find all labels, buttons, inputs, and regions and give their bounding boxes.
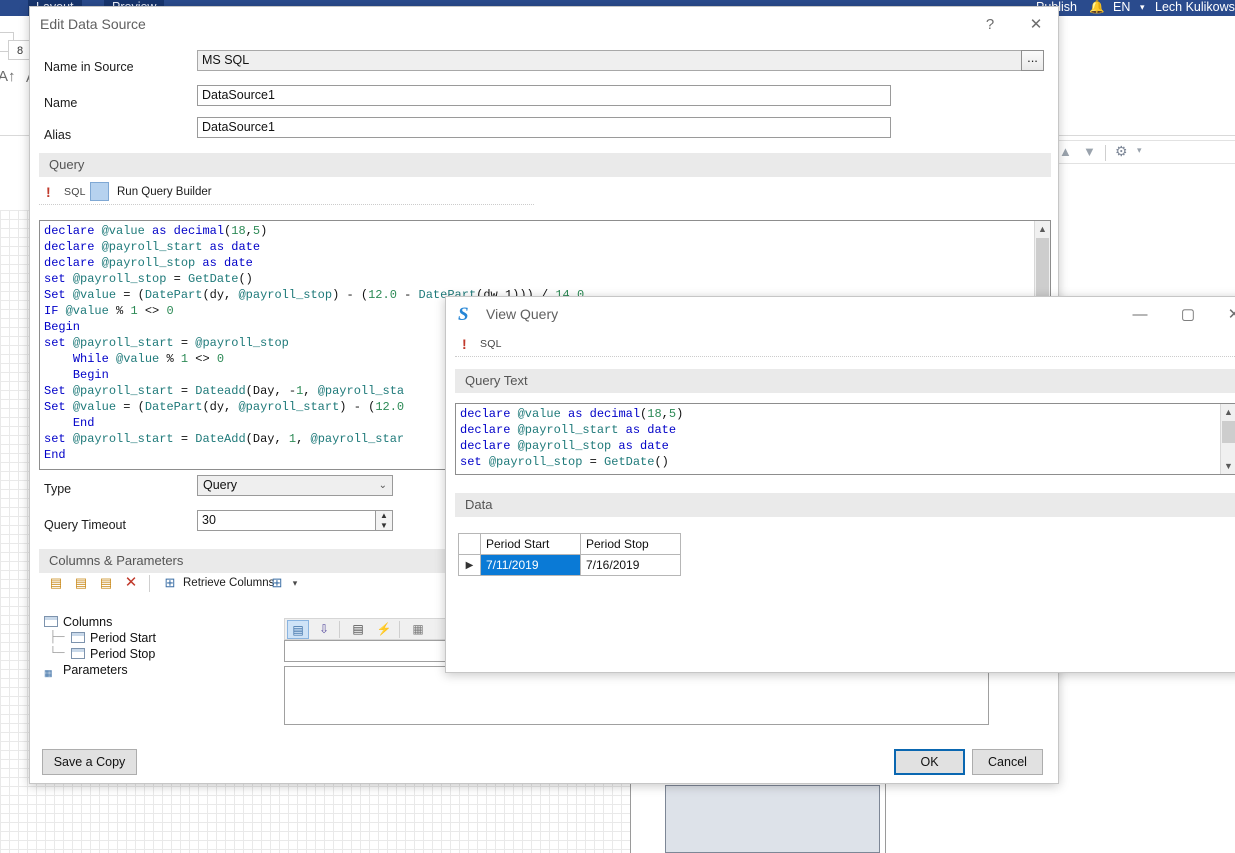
query-timeout-input[interactable]: 30 ▲ ▼ (197, 510, 393, 531)
dialog-title: View Query (486, 306, 559, 322)
column-header-period-start[interactable]: Period Start (480, 533, 581, 555)
cell-period-start[interactable]: 7/11/2019 (480, 554, 581, 576)
chevron-down-icon[interactable]: ▾ (1137, 145, 1142, 156)
columns-parameters-tree[interactable]: Columns ├─ Period Start └─ Period Stop ▦… (44, 615, 284, 705)
properties-right-toolbar: ▲ ▼ ⚙ ▾ (1045, 140, 1235, 164)
columns-icon (44, 616, 58, 627)
query-text-scrollbar[interactable]: ▲ ▼ (1220, 404, 1235, 474)
name-in-source-label: Name in Source (44, 60, 134, 74)
gear-icon[interactable]: ⚙ (1115, 143, 1128, 160)
property-grid-description-field[interactable] (284, 666, 989, 725)
scroll-up-arrow-icon[interactable]: ▲ (1221, 404, 1235, 420)
error-exclamation-icon: ! (462, 336, 467, 352)
view-query-titlebar: S View Query — ▢ ✕ (446, 297, 1235, 333)
arrow-up-icon[interactable]: ▲ (1059, 144, 1072, 159)
type-select[interactable]: Query ⌄ (197, 475, 393, 496)
retrieve-columns-icon[interactable]: ⊞ (160, 573, 180, 593)
query-builder-icon[interactable] (90, 182, 109, 201)
arrow-down-icon[interactable]: ▼ (1083, 144, 1096, 159)
events-icon[interactable]: ⚡ (373, 620, 395, 639)
scroll-up-arrow-icon[interactable]: ▲ (1035, 221, 1050, 237)
cancel-button[interactable]: Cancel (972, 749, 1043, 775)
close-icon[interactable]: ✕ (1216, 301, 1235, 329)
alias-label: Alias (44, 128, 72, 142)
add-dropdown-icon[interactable]: ⊞ (267, 573, 287, 593)
view-query-command-bar: ! SQL (455, 331, 1235, 357)
query-text-header: Query Text (455, 369, 1235, 393)
parameters-icon: ▦ (44, 668, 53, 678)
tree-node-period-stop[interactable]: Period Stop (71, 647, 155, 661)
query-text-viewer[interactable]: declare @value as decimal(18,5) declare @… (455, 403, 1235, 475)
column-icon (71, 648, 85, 659)
add-column-icon[interactable]: ▤ (46, 573, 66, 593)
ok-button[interactable]: OK (894, 749, 965, 775)
name-in-source-browse-button[interactable]: ... (1021, 50, 1044, 71)
font-grow-icon[interactable]: A↑ (0, 68, 16, 85)
tree-node-columns[interactable]: Columns (44, 615, 112, 629)
close-icon[interactable]: ✕ (1018, 11, 1054, 39)
type-select-value: Query (203, 478, 238, 492)
table-row[interactable]: ▶ 7/11/2019 7/16/2019 (458, 554, 681, 576)
chevron-down-icon[interactable]: ▾ (1140, 0, 1145, 16)
stepper-up-icon[interactable]: ▲ (376, 511, 392, 520)
bell-icon[interactable]: 🔔 (1089, 0, 1105, 16)
edit-column-icon[interactable]: ▤ (71, 573, 91, 593)
sql-tag-label: SQL (64, 186, 86, 198)
chevron-down-icon[interactable]: ▾ (285, 573, 305, 593)
error-exclamation-icon: ! (46, 184, 51, 200)
column-header-period-stop[interactable]: Period Stop (580, 533, 681, 555)
language-selector[interactable]: EN (1113, 0, 1130, 16)
alias-input[interactable]: DataSource1 (197, 117, 891, 138)
type-label: Type (44, 482, 72, 496)
stimulsoft-logo-icon: S (458, 304, 469, 325)
run-query-builder-button[interactable]: Run Query Builder (117, 179, 212, 205)
categorized-view-icon[interactable]: ▤ (287, 620, 309, 639)
help-icon[interactable]: ? (972, 11, 1008, 39)
cell-period-stop[interactable]: 7/16/2019 (580, 554, 681, 576)
tree-node-period-start[interactable]: Period Start (71, 631, 156, 645)
scroll-down-arrow-icon[interactable]: ▼ (1221, 458, 1235, 474)
query-text-content: declare @value as decimal(18,5) declare @… (460, 407, 684, 469)
data-section-header: Data (455, 493, 1235, 517)
properties-icon[interactable]: ▤ (347, 620, 369, 639)
column-icon (71, 632, 85, 643)
query-command-bar: ! SQL Run Query Builder (39, 179, 534, 205)
name-label: Name (44, 96, 78, 110)
save-a-copy-button[interactable]: Save a Copy (42, 749, 137, 775)
tree-node-period-stop-label: Period Stop (90, 647, 156, 661)
tree-node-parameters-label: Parameters (63, 663, 128, 677)
maximize-icon[interactable]: ▢ (1170, 301, 1206, 329)
tree-node-period-start-label: Period Start (90, 631, 157, 645)
row-header-corner (458, 533, 481, 555)
query-section-header: Query (39, 153, 1051, 177)
alphabetical-sort-icon[interactable]: ⇩ (313, 620, 335, 639)
row-marker-icon: ▶ (458, 554, 481, 576)
stepper-down-icon[interactable]: ▼ (376, 521, 392, 530)
tree-node-columns-label: Columns (63, 615, 113, 629)
data-result-grid[interactable]: Period Start Period Stop ▶ 7/11/2019 7/1… (458, 533, 681, 576)
query-timeout-value: 30 (202, 513, 216, 527)
table-header-row: Period Start Period Stop (458, 533, 681, 555)
name-in-source-input[interactable]: MS SQL (197, 50, 1042, 71)
chevron-down-icon: ⌄ (378, 480, 387, 491)
edit-data-source-titlebar: Edit Data Source ? ✕ (30, 7, 1058, 43)
retrieve-columns-button[interactable]: Retrieve Columns (183, 573, 274, 593)
query-timeout-label: Query Timeout (44, 518, 126, 532)
property-pages-icon[interactable]: ▦ (407, 620, 429, 639)
add-parameter-icon[interactable]: ▤ (96, 573, 116, 593)
view-query-dialog: S View Query — ▢ ✕ ! SQL Query Text decl… (445, 296, 1235, 673)
minimize-icon[interactable]: — (1122, 301, 1158, 329)
dialog-title: Edit Data Source (40, 16, 146, 32)
query-timeout-stepper[interactable]: ▲ ▼ (375, 511, 392, 530)
report-page-block[interactable] (665, 785, 880, 853)
tree-node-parameters[interactable]: ▦ Parameters (44, 663, 128, 680)
scrollbar-thumb[interactable] (1222, 421, 1235, 443)
user-name[interactable]: Lech Kulikowski (1155, 0, 1235, 16)
delete-icon[interactable]: ✕ (121, 573, 141, 593)
sql-tag-label: SQL (480, 338, 502, 350)
name-input[interactable]: DataSource1 (197, 85, 891, 106)
